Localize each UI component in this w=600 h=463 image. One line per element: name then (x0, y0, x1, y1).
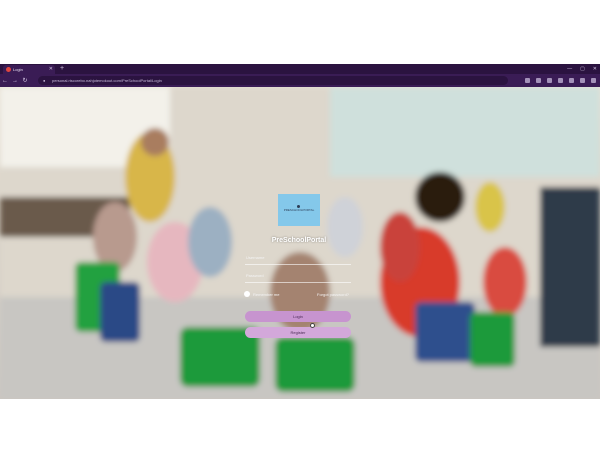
brand-title: PreSchoolPortal (271, 237, 327, 244)
window-controls: — ▢ ✕ (567, 64, 597, 74)
mouse-cursor (310, 323, 315, 328)
address-bar: ← → ↻ ● personal.riscorebo.nahjotemokout… (0, 74, 600, 87)
maximize-icon[interactable]: ▢ (580, 64, 585, 74)
close-window-icon[interactable]: ✕ (593, 64, 597, 74)
tab-title: Login (13, 67, 23, 72)
extension-icon[interactable] (569, 78, 574, 83)
username-field[interactable]: Username (245, 252, 351, 265)
tab-close-icon[interactable]: ✕ (49, 66, 53, 72)
username-placeholder: Username (246, 255, 265, 260)
site-favicon-icon (6, 67, 11, 72)
menu-icon[interactable] (591, 78, 596, 83)
forward-icon[interactable]: → (10, 78, 20, 84)
login-button[interactable]: Login (245, 311, 351, 322)
remember-me: Remember me (244, 291, 279, 297)
password-field[interactable]: Password (245, 270, 351, 283)
extension-icon[interactable] (536, 78, 541, 83)
lock-icon: ● (43, 78, 46, 83)
register-button[interactable]: Register (245, 327, 351, 338)
new-tab-button[interactable]: + (60, 64, 64, 74)
reload-icon[interactable]: ↻ (20, 77, 30, 84)
extension-icon[interactable] (525, 78, 530, 83)
url-field[interactable]: ● personal.riscorebo.nahjotemokout.com/P… (38, 76, 508, 85)
forgot-password-link[interactable]: Forgot password? (317, 292, 349, 297)
remember-me-checkbox[interactable] (244, 291, 250, 297)
password-placeholder: Password (246, 273, 264, 278)
remember-me-label: Remember me (253, 291, 280, 297)
minimize-icon[interactable]: — (567, 64, 572, 74)
back-icon[interactable]: ← (0, 78, 10, 84)
extension-icon[interactable] (547, 78, 552, 83)
tab-login[interactable]: Login ✕ (3, 65, 55, 74)
browser-window: Login ✕ + — ▢ ✕ ← → ↻ ● personal.riscore… (0, 64, 600, 399)
url-text: personal.riscorebo.nahjotemokout.com/Pre… (52, 78, 162, 83)
profile-icon[interactable] (580, 78, 585, 83)
page-viewport: PRESCHOOLPORTAL PreSchoolPortal Username… (0, 87, 600, 399)
logo-text: PRESCHOOLPORTAL (283, 208, 315, 212)
portal-logo: PRESCHOOLPORTAL (278, 194, 320, 226)
extension-icon[interactable] (558, 78, 563, 83)
tab-bar: Login ✕ + — ▢ ✕ (0, 64, 600, 74)
toolbar-icons (525, 74, 596, 87)
